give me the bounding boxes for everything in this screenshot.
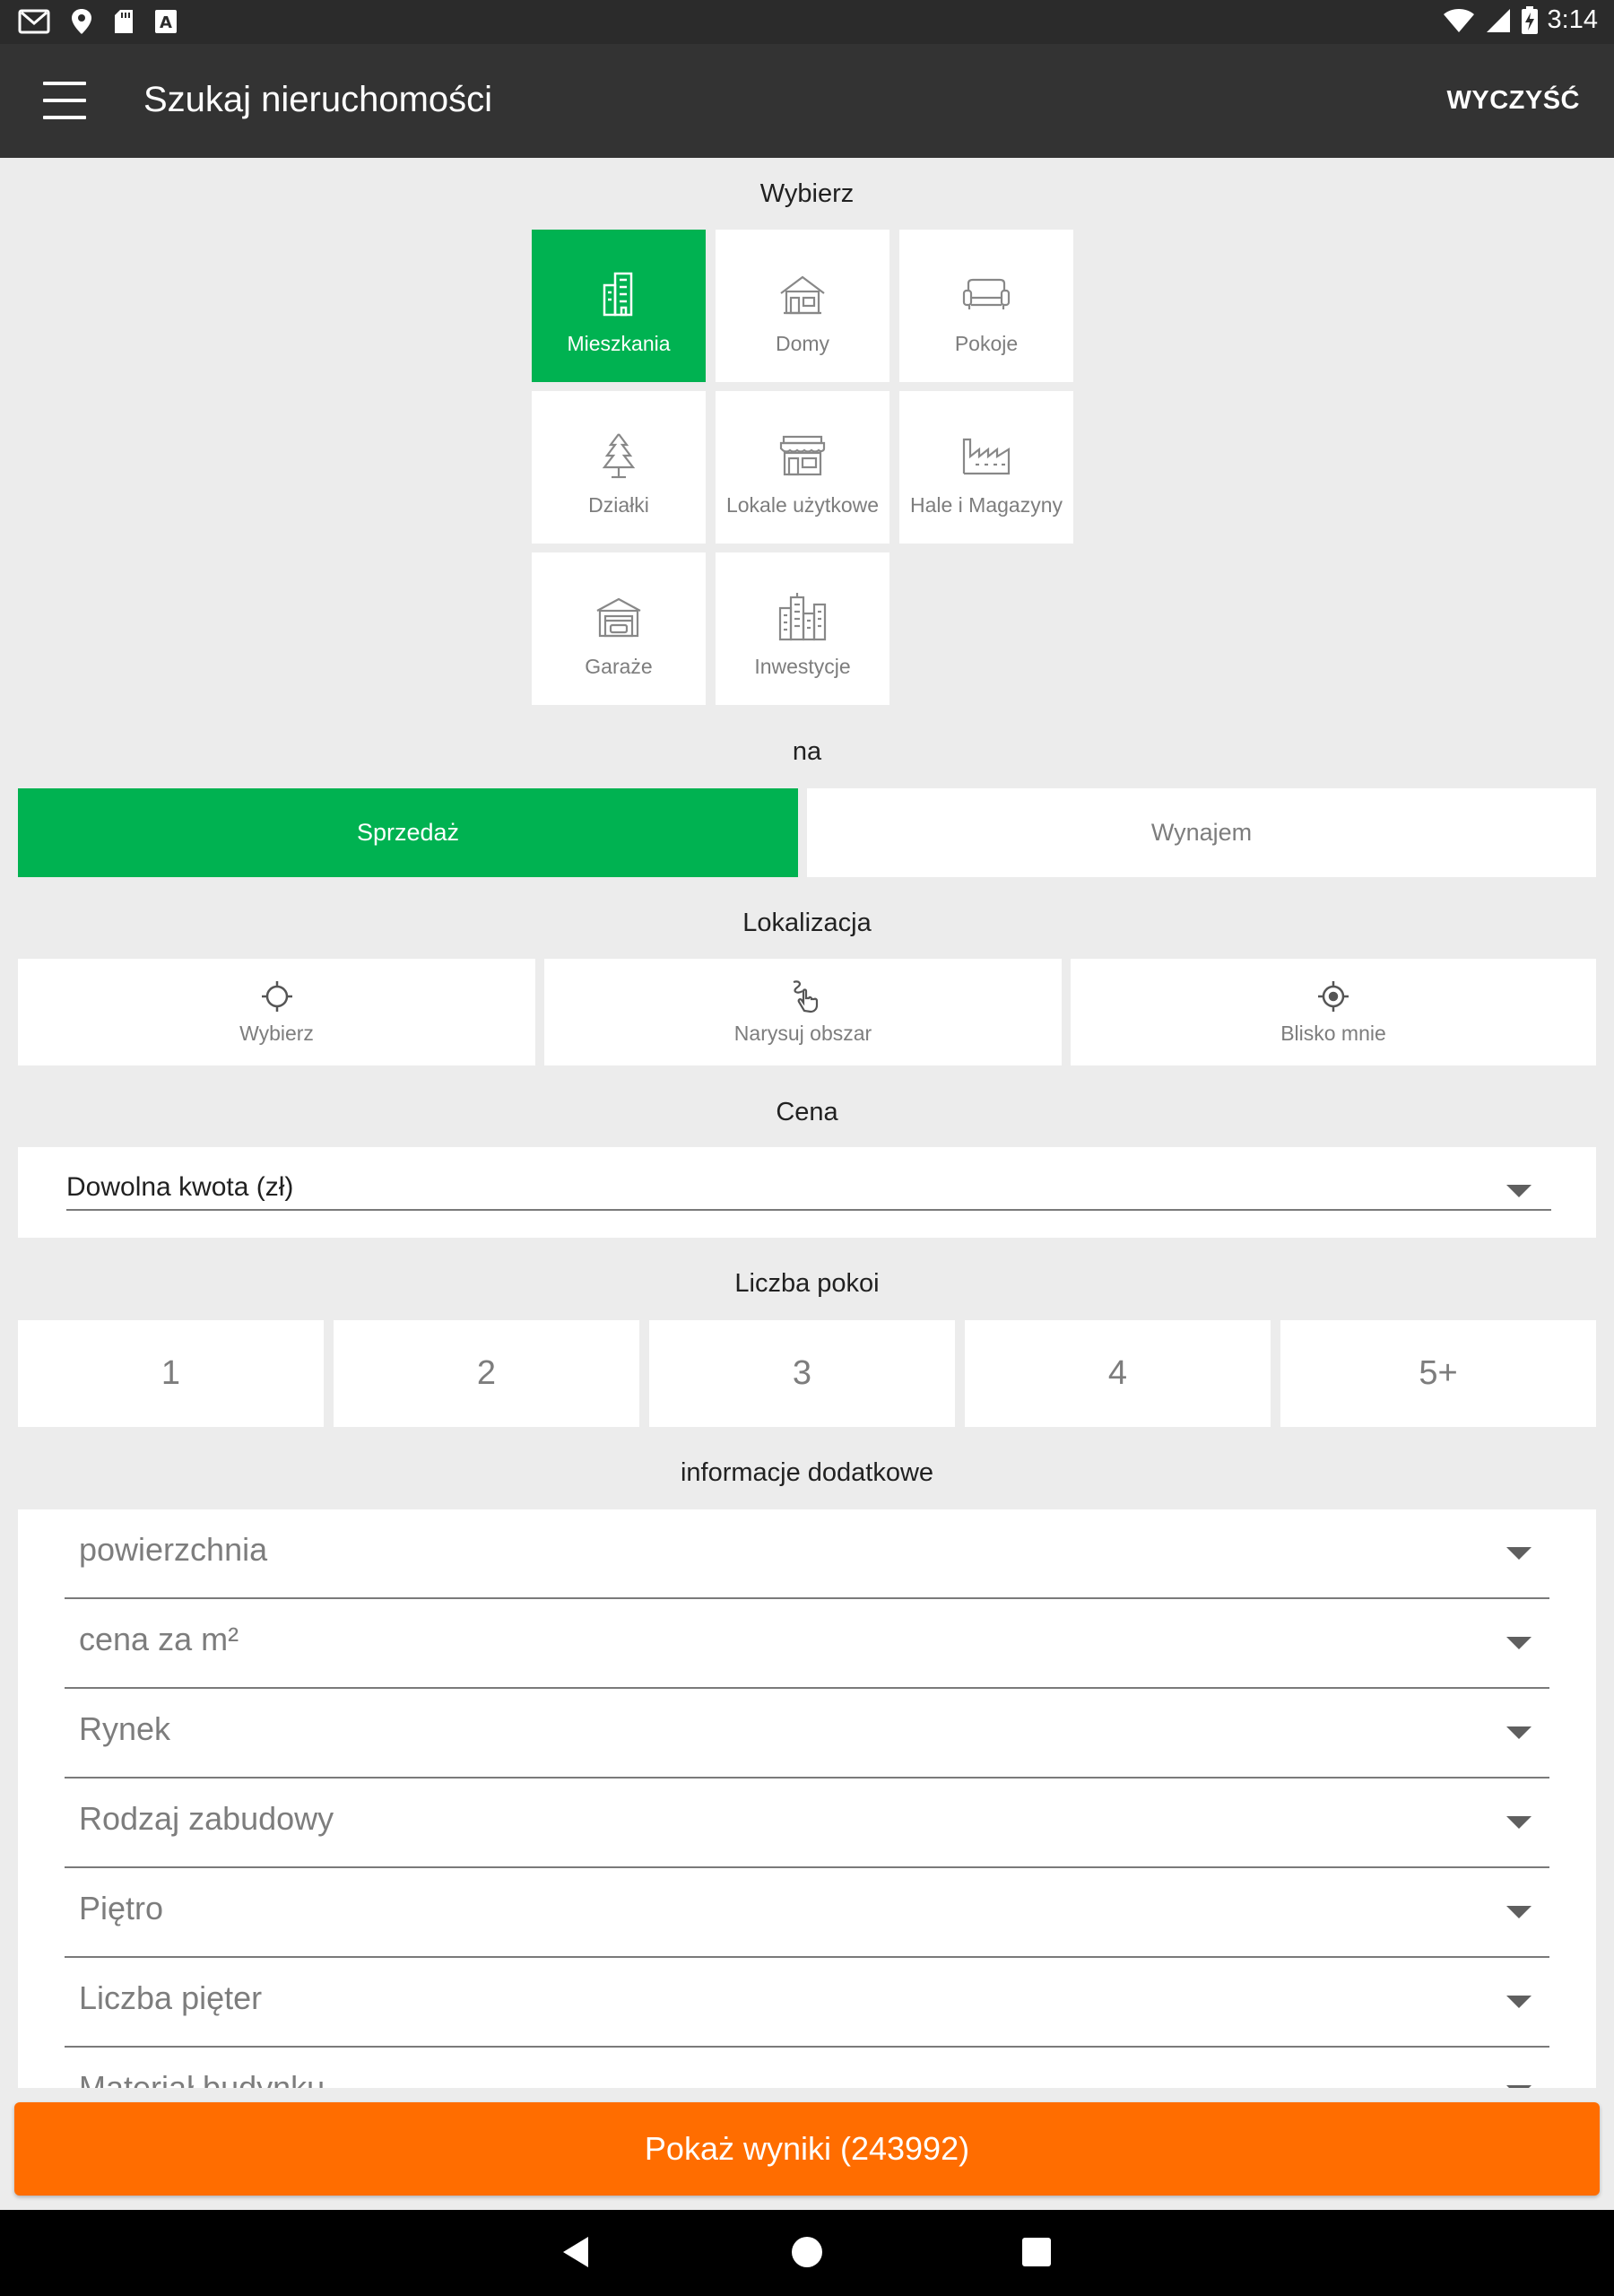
filter-label: Liczba pięter [79,1979,263,2016]
chevron-down-icon [1506,2085,1532,2088]
additional-filters: powierzchnia cena za m² Rynek Rodzaj zab… [18,1509,1596,2088]
sd-card-icon [115,10,133,33]
svg-text:A: A [160,13,172,32]
tile-label: Lokale użytkowe [725,493,880,517]
rooms-option-5-plus[interactable]: 5+ [1280,1320,1596,1427]
sofa-icon [962,278,1011,309]
tile-label: Domy [775,332,830,355]
tile-garaze[interactable]: Garaże [532,552,706,705]
filter-price-per-m2-dropdown[interactable]: cena za m² [65,1599,1549,1689]
chevron-down-icon [1506,1637,1532,1649]
chevron-down-icon [1506,1726,1532,1739]
filter-building-material-dropdown[interactable]: Materiał budynku [65,2048,1549,2088]
city-buildings-icon [778,593,827,641]
rooms-heading: Liczba pokoi [734,1269,880,1298]
app-bar: Szukaj nieruchomości WYCZYŚĆ [0,44,1614,158]
location-near-me-button[interactable]: Blisko mnie [1071,959,1596,1065]
filter-floor-dropdown[interactable]: Piętro [65,1868,1549,1958]
filter-label: powierzchnia [79,1531,268,1568]
location-option-label: Wybierz [239,1022,314,1045]
filter-area-dropdown[interactable]: powierzchnia [65,1509,1549,1599]
factory-icon [962,438,1011,475]
price-container: Dowolna kwota (zł) [18,1147,1596,1238]
tile-mieszkania[interactable]: Mieszkania [532,230,706,382]
back-icon[interactable] [563,2237,588,2267]
tile-lokale-uzytkowe[interactable]: Lokale użytkowe [716,391,889,544]
location-option-label: Blisko mnie [1280,1022,1386,1045]
draw-hand-icon [793,980,818,1013]
recent-apps-icon[interactable] [1022,2238,1051,2266]
tile-hale-i-magazyny[interactable]: Hale i Magazyny [899,391,1073,544]
chevron-down-icon [1506,1185,1532,1197]
filter-market-dropdown[interactable]: Rynek [65,1689,1549,1779]
tile-label: Pokoje [954,332,1019,355]
tile-inwestycje[interactable]: Inwestycje [716,552,889,705]
signal-icon [1486,8,1510,32]
tile-dzialki[interactable]: Działki [532,391,706,544]
tile-label: Inwestycje [754,655,851,678]
wifi-icon [1443,8,1474,32]
filter-label: Rodzaj zabudowy [79,1800,334,1837]
house-icon [780,275,825,315]
tile-pokoje[interactable]: Pokoje [899,230,1073,382]
crosshair-icon [261,981,292,1012]
transaction-heading: na [792,737,822,766]
gmail-icon [18,9,50,34]
filter-building-type-dropdown[interactable]: Rodzaj zabudowy [65,1779,1549,1868]
transaction-rent-button[interactable]: Wynajem [807,788,1596,877]
tree-icon [602,433,636,479]
rooms-option-2[interactable]: 2 [334,1320,639,1427]
price-heading: Cena [776,1098,838,1126]
location-pin-icon [72,9,91,34]
additional-heading: informacje dodatkowe [680,1458,934,1487]
location-heading: Lokalizacja [742,909,872,937]
my-location-icon [1318,981,1349,1012]
filter-label: Rynek [79,1710,171,1747]
location-draw-area-button[interactable]: Narysuj obszar [544,959,1062,1065]
garage-icon [596,597,641,638]
battery-charging-icon [1521,5,1538,34]
rooms-option-4[interactable]: 4 [965,1320,1271,1427]
filter-label: cena za m² [79,1621,239,1657]
tile-label: Garaże [585,655,653,678]
transaction-sale-button[interactable]: Sprzedaż [18,788,798,877]
home-icon[interactable] [792,2237,822,2267]
price-dropdown[interactable]: Dowolna kwota (zł) [66,1167,1551,1211]
price-value: Dowolna kwota (zł) [66,1172,294,1202]
show-results-button[interactable]: Pokaż wyniki (243992) [14,2102,1600,2196]
navigation-bar [0,2210,1614,2296]
tile-label: Hale i Magazyny [909,493,1063,517]
filter-floor-count-dropdown[interactable]: Liczba pięter [65,1958,1549,2048]
tile-domy[interactable]: Domy [716,230,889,382]
filter-label: Piętro [79,1890,164,1926]
chevron-down-icon [1506,1547,1532,1560]
chevron-down-icon [1506,1996,1532,2008]
filter-label: Materiał budynku [79,2069,325,2088]
hamburger-menu-icon[interactable] [43,82,86,119]
location-choose-button[interactable]: Wybierz [18,959,535,1065]
property-type-grid: Mieszkania Domy Pokoje Działki Lokale uż… [532,230,1082,707]
chevron-down-icon [1506,1816,1532,1829]
apartment-building-icon [603,272,633,317]
tile-label: Mieszkania [567,332,671,355]
rooms-option-3[interactable]: 3 [649,1320,955,1427]
clear-button[interactable]: WYCZYŚĆ [1447,86,1581,116]
rooms-option-1[interactable]: 1 [18,1320,324,1427]
page-title: Szukaj nieruchomości [143,80,493,119]
location-option-label: Narysuj obszar [733,1022,872,1045]
status-bar: A 3:14 [0,0,1614,44]
property-type-heading: Wybierz [759,179,855,208]
tile-label: Działki [588,493,649,517]
storefront-icon [779,435,826,476]
chevron-down-icon [1506,1906,1532,1918]
a-letter-icon: A [155,10,177,33]
clock: 3:14 [1547,5,1598,34]
